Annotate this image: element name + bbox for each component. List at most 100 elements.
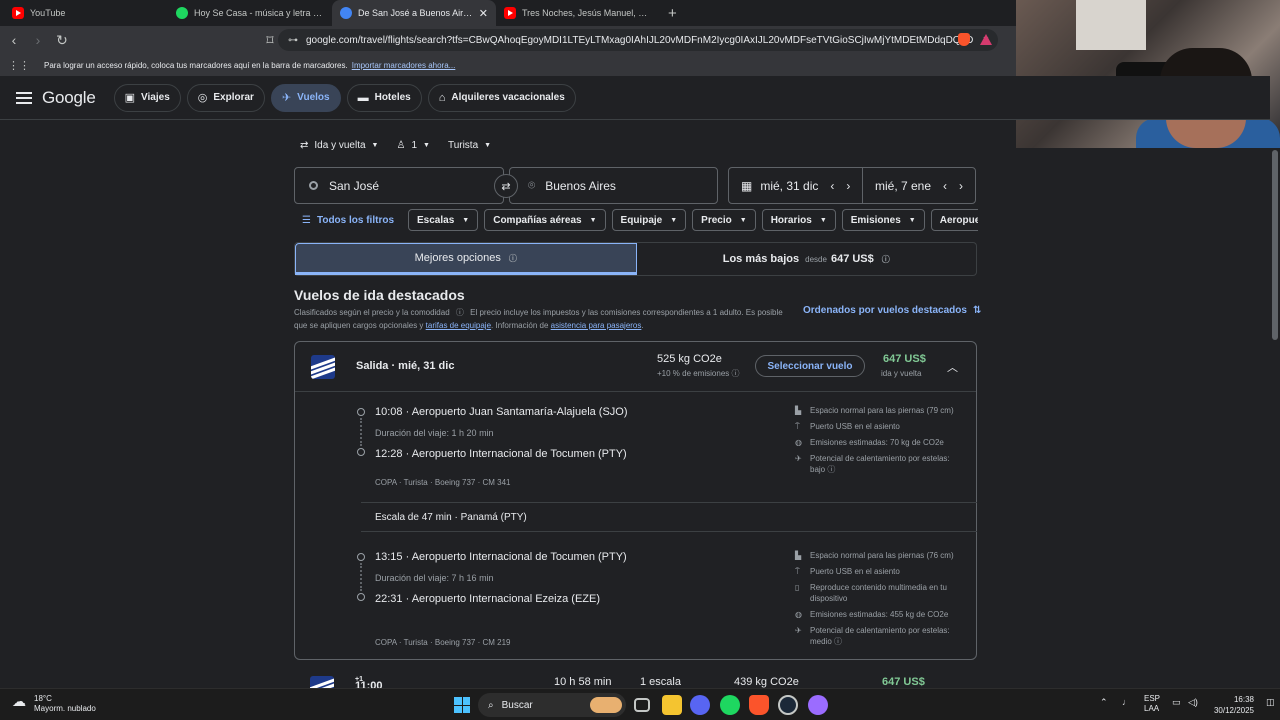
browser-tab-flights[interactable]: De San José a Buenos Aires | Go ✕ <box>332 0 496 26</box>
prev-date-icon[interactable]: ‹ <box>943 179 947 193</box>
windows-start-icon[interactable] <box>454 697 470 713</box>
passengers-select[interactable]: ♙ 1 ▼ <box>396 140 429 151</box>
origin-field[interactable]: San José <box>294 167 504 204</box>
nav-vacation-rentals[interactable]: ⌂ Alquileres vacacionales <box>427 83 576 112</box>
nav-hotels[interactable]: ▬ Hoteles <box>346 83 422 112</box>
weather-desc: Mayorm. nublado <box>34 704 96 713</box>
tab-best[interactable]: Mejores opciones ⓘ <box>295 243 637 275</box>
steam-icon[interactable] <box>778 695 798 715</box>
page-scrollbar[interactable] <box>1270 148 1280 688</box>
chevron-down-icon: ▼ <box>908 216 916 224</box>
nav-label: Alquileres vacacionales <box>451 92 565 103</box>
taskbar-clock[interactable]: 16:38 30/12/2025 <box>1206 694 1254 716</box>
chevron-down-icon: ▼ <box>462 216 470 224</box>
timeline-dot <box>357 553 365 561</box>
all-filters-button[interactable]: ☰ Todos los filtros <box>294 209 402 231</box>
usb-icon: ⍑ <box>795 422 800 431</box>
browser-tab-video[interactable]: Tres Noches, Jesús Manuel, Vídeo <box>496 0 660 26</box>
tab-label: Los más bajos <box>722 253 800 265</box>
prev-date-icon[interactable]: ‹ <box>830 179 834 193</box>
sort-icon: ⇅ <box>972 305 982 316</box>
task-view-icon[interactable] <box>634 698 650 712</box>
chevron-up-icon[interactable]: ︿ <box>947 359 958 375</box>
info-icon[interactable]: ⓘ <box>882 254 890 265</box>
copa-airline-logo <box>311 355 335 379</box>
sort-by-label: Ordenados por vuelos destacados <box>803 305 967 316</box>
nav-travel[interactable]: ▣ Viajes <box>113 83 181 112</box>
language-indicator[interactable]: ESP LAA <box>1144 694 1160 714</box>
info-icon[interactable]: ⓘ <box>509 253 517 264</box>
contrail-icon: ✈ <box>795 454 802 463</box>
notification-icon[interactable]: ◫ <box>1266 697 1275 708</box>
info-icon[interactable]: ⓘ <box>732 369 740 378</box>
timeline-line <box>360 418 362 446</box>
scrollbar-thumb[interactable] <box>1272 150 1278 340</box>
next-date-icon[interactable]: › <box>846 179 850 193</box>
filter-emissions[interactable]: Emisiones ▼ <box>841 209 925 231</box>
tab-cheapest[interactable]: Los más bajos desde 647 US$ ⓘ <box>637 243 977 275</box>
reload-icon[interactable]: ↻ <box>52 32 72 49</box>
return-date[interactable]: mié, 7 ene ‹ › <box>863 168 975 203</box>
google-logo[interactable]: Google <box>42 88 96 108</box>
next-date-icon[interactable]: › <box>959 179 963 193</box>
leg-departure: 13:15 · Aeropuerto Internacional de Tocu… <box>375 551 627 563</box>
sort-by-button[interactable]: Ordenados por vuelos destacados ⇅ <box>803 305 981 316</box>
dates-field[interactable]: ▦ mié, 31 dic ‹ › mié, 7 ene ‹ › <box>728 167 976 204</box>
amenity-text: Potencial de calentamiento por estelas: … <box>810 626 950 646</box>
nav-label: Hoteles <box>374 92 411 103</box>
amenity-text: Espacio normal para las piernas (76 cm) <box>810 551 954 560</box>
nav-flights[interactable]: ✈ Vuelos <box>270 83 341 112</box>
chevron-down-icon: ▼ <box>423 142 430 149</box>
chevron-up-icon[interactable]: ⌃ <box>1100 697 1108 708</box>
passenger-assistance-link[interactable]: asistencia para pasajeros <box>551 321 642 330</box>
depart-date[interactable]: ▦ mié, 31 dic ‹ › <box>729 168 863 203</box>
new-tab-icon[interactable]: + <box>668 5 677 22</box>
filter-price[interactable]: Precio ▼ <box>692 209 756 231</box>
filter-airlines[interactable]: Compañías aéreas ▼ <box>484 209 606 231</box>
browser-tab-youtube[interactable]: YouTube <box>4 0 168 26</box>
apps-grid-icon[interactable]: ⋮⋮ <box>8 59 30 72</box>
baggage-fees-link[interactable]: tarifas de equipaje <box>426 321 491 330</box>
bookmark-icon[interactable]: ⌑ <box>260 32 280 49</box>
co2-delta: +10 % de emisiones ⓘ <box>657 368 740 379</box>
amenity-row: ▙ Espacio normal para las piernas (79 cm) <box>795 405 965 416</box>
microphone-icon[interactable]: ♩ <box>1122 697 1131 707</box>
amenity-row: ✈ Potencial de calentamiento por estelas:… <box>795 625 953 647</box>
info-icon[interactable]: ⓘ <box>456 308 464 317</box>
forward-icon[interactable]: › <box>28 32 48 48</box>
tab-strip: YouTube Hoy Se Casa - música y letra de … <box>0 0 1016 26</box>
back-icon[interactable]: ‹ <box>4 32 24 48</box>
brave-shield-icon[interactable] <box>958 33 970 46</box>
file-explorer-icon[interactable] <box>662 695 682 715</box>
spotify-icon[interactable] <box>720 695 740 715</box>
swap-icon[interactable]: ⇄ <box>494 174 518 198</box>
subtitle-text: . <box>641 321 644 330</box>
network-icon[interactable]: ▭ <box>1172 697 1181 708</box>
trip-type-label: Ida y vuelta <box>314 140 366 151</box>
discord-icon[interactable] <box>690 695 710 715</box>
brave-browser-icon[interactable] <box>749 695 769 715</box>
app-icon[interactable] <box>808 695 828 715</box>
close-icon[interactable]: ✕ <box>479 7 488 20</box>
flight-card-header[interactable]: Salida · mié, 31 dic 525 kg CO2e +10 % d… <box>295 342 976 392</box>
address-bar[interactable]: ⊶ google.com/travel/flights/search?tfs=C… <box>278 29 998 51</box>
select-flight-button[interactable]: Seleccionar vuelo <box>755 355 865 377</box>
filter-times[interactable]: Horarios ▼ <box>761 209 836 231</box>
cabin-select[interactable]: Turista ▼ <box>448 140 491 151</box>
destination-field[interactable]: ⌾ Buenos Aires <box>509 167 718 204</box>
origin-circle-icon <box>309 181 318 190</box>
site-info-icon[interactable]: ⊶ <box>288 35 298 46</box>
search-highlight-icon <box>590 697 622 713</box>
menu-icon[interactable] <box>16 89 32 107</box>
trip-type-select[interactable]: ⇄ Ida y vuelta ▼ <box>300 140 378 151</box>
nav-explore[interactable]: ◎ Explorar <box>186 83 265 112</box>
filter-bags[interactable]: Equipaje ▼ <box>611 209 687 231</box>
browser-tab-spotify[interactable]: Hoy Se Casa - música y letra de Cerv <box>168 0 332 26</box>
brave-rewards-icon[interactable] <box>980 34 992 45</box>
filter-connecting-airports[interactable]: Aeropuertos de con <box>930 209 978 231</box>
import-bookmarks-link[interactable]: Importar marcadores ahora... <box>352 61 456 70</box>
nav-label: Explorar <box>213 92 254 103</box>
volume-icon[interactable]: ◁) <box>1188 697 1198 708</box>
filter-stops[interactable]: Escalas ▼ <box>408 209 479 231</box>
taskbar-search[interactable]: ⌕ Buscar <box>478 693 626 717</box>
